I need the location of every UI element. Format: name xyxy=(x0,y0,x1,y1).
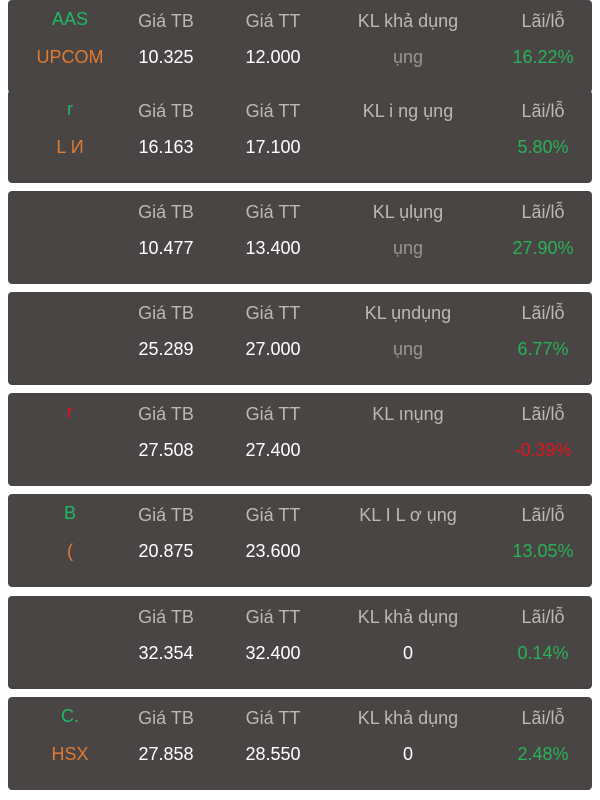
exchange-label: UPCOM xyxy=(36,47,104,67)
available-qty-value: 0 xyxy=(402,744,413,764)
current-price-header: Giá TT xyxy=(245,505,301,525)
available-qty-header: KL khả dụng xyxy=(357,708,459,728)
current-price-value: 23.600 xyxy=(245,541,301,561)
current-price-value: 32.400 xyxy=(245,643,301,663)
available-qty-value: ụng xyxy=(392,238,424,258)
holding-card[interactable]: r Giá TB Giá TT KL ınụng Lãi/lỗ 27.508 2… xyxy=(8,393,592,486)
profit-loss-header: Lãi/lỗ xyxy=(521,404,565,424)
avg-price-header: Giá TB xyxy=(138,708,194,728)
profit-loss-header: Lãi/lỗ xyxy=(521,505,565,525)
available-qty-value: ụng xyxy=(392,339,424,359)
avg-price-value: 27.508 xyxy=(138,440,194,460)
avg-price-header: Giá TB xyxy=(138,404,194,424)
available-qty-header: KL ụlụng xyxy=(372,202,444,222)
profit-loss-header: Lãi/lỗ xyxy=(521,303,565,323)
stock-symbol: r xyxy=(67,99,73,119)
current-price-header: Giá TT xyxy=(245,11,301,31)
profit-loss-value: 13.05% xyxy=(512,541,574,561)
profit-loss-header: Lãi/lỗ xyxy=(521,101,565,121)
holding-card[interactable]: C. HSX Giá TB Giá TT KL khả dụng Lãi/lỗ … xyxy=(8,697,592,790)
current-price-header: Giá TT xyxy=(245,404,301,424)
stock-symbol: B xyxy=(63,503,76,523)
available-qty-value: ụng xyxy=(392,47,424,67)
profit-loss-header: Lãi/lỗ xyxy=(521,202,565,222)
current-price-value: 28.550 xyxy=(245,744,301,764)
profit-loss-header: Lãi/lỗ xyxy=(521,708,565,728)
avg-price-header: Giá TB xyxy=(138,101,194,121)
avg-price-value: 32.354 xyxy=(138,643,194,663)
avg-price-header: Giá TB xyxy=(138,202,194,222)
holding-card[interactable]: Giá TB Giá TT KL ụlụng Lãi/lỗ 10.477 13.… xyxy=(8,191,592,284)
holding-card[interactable]: Giá TB Giá TT KL ụndụng Lãi/lỗ 25.289 27… xyxy=(8,292,592,385)
available-qty-header: KL i ng ụng xyxy=(362,101,454,121)
profit-loss-value: 5.80% xyxy=(517,137,569,157)
avg-price-header: Giá TB xyxy=(138,505,194,525)
current-price-header: Giá TT xyxy=(245,202,301,222)
current-price-header: Giá TT xyxy=(245,101,301,121)
avg-price-header: Giá TB xyxy=(138,607,194,627)
current-price-header: Giá TT xyxy=(245,708,301,728)
current-price-header: Giá TT xyxy=(245,303,301,323)
exchange-label: ( xyxy=(67,541,73,561)
profit-loss-value: 16.22% xyxy=(512,47,574,67)
avg-price-value: 16.163 xyxy=(138,137,194,157)
profit-loss-value: 27.90% xyxy=(512,238,574,258)
portfolio-list: AAS UPCOM Giá TB Giá TT KL khả dụng Lãi/… xyxy=(0,0,600,800)
avg-price-value: 10.325 xyxy=(138,47,194,67)
avg-price-header: Giá TB xyxy=(138,303,194,323)
holding-card[interactable]: AAS UPCOM Giá TB Giá TT KL khả dụng Lãi/… xyxy=(8,0,592,93)
holding-card[interactable]: Giá TB Giá TT KL khả dụng Lãi/lỗ 32.354 … xyxy=(8,596,592,689)
current-price-value: 13.400 xyxy=(245,238,301,258)
current-price-value: 27.400 xyxy=(245,440,301,460)
exchange-label: HSX xyxy=(51,744,89,764)
current-price-value: 17.100 xyxy=(245,137,301,157)
stock-symbol: C. xyxy=(61,706,79,726)
profit-loss-value: 6.77% xyxy=(517,339,569,359)
current-price-value: 12.000 xyxy=(245,47,301,67)
profit-loss-value: 2.48% xyxy=(517,744,569,764)
profit-loss-value: 0.14% xyxy=(517,643,569,663)
avg-price-header: Giá TB xyxy=(138,11,194,31)
available-qty-header: KL ụndụng xyxy=(364,303,452,323)
holding-card[interactable]: B ( Giá TB Giá TT KL I L ơ ụng Lãi/lỗ 20… xyxy=(8,494,592,587)
available-qty-header: KL I L ơ ụng xyxy=(359,505,457,525)
exchange-label: L И xyxy=(56,137,84,157)
avg-price-value: 10.477 xyxy=(138,238,194,258)
current-price-value: 27.000 xyxy=(245,339,301,359)
available-qty-header: KL khả dụng xyxy=(357,11,459,31)
current-price-header: Giá TT xyxy=(245,607,301,627)
available-qty-header: KL ınụng xyxy=(372,404,444,424)
stock-symbol: r xyxy=(67,402,73,422)
profit-loss-value: -0.39% xyxy=(514,440,572,460)
profit-loss-header: Lãi/lỗ xyxy=(521,11,565,31)
profit-loss-header: Lãi/lỗ xyxy=(521,607,565,627)
holding-card[interactable]: r L И Giá TB Giá TT KL i ng ụng Lãi/lỗ 1… xyxy=(8,90,592,183)
avg-price-value: 25.289 xyxy=(138,339,194,359)
available-qty-value: 0 xyxy=(402,643,413,663)
avg-price-value: 27.858 xyxy=(138,744,194,764)
avg-price-value: 20.875 xyxy=(138,541,194,561)
stock-symbol: AAS xyxy=(51,9,89,29)
available-qty-header: KL khả dụng xyxy=(357,607,459,627)
